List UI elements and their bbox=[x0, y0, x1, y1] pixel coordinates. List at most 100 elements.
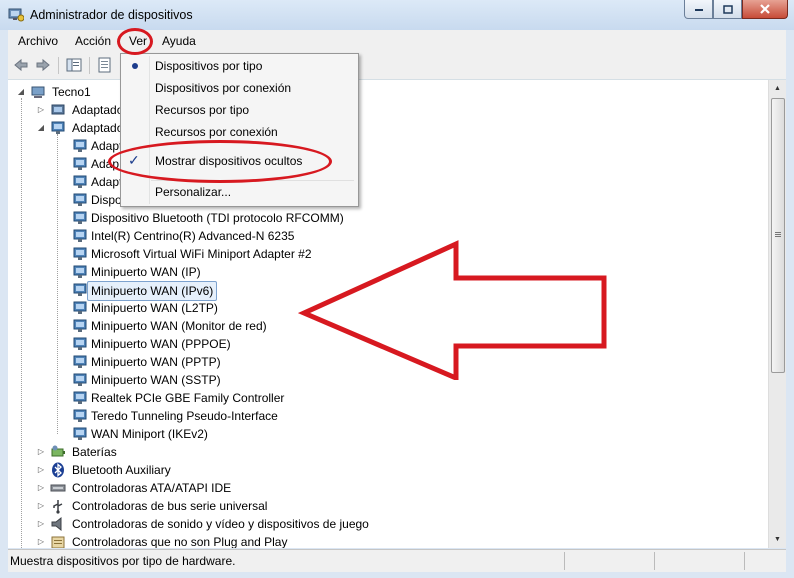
network-adapter-icon bbox=[73, 211, 87, 224]
tree-root-label: Tecno1 bbox=[52, 85, 91, 99]
tree-device-label: Minipuerto WAN (PPTP) bbox=[91, 355, 221, 369]
highlight-oval-ver bbox=[117, 28, 153, 55]
properties-icon[interactable] bbox=[97, 57, 113, 73]
network-adapter-icon bbox=[73, 373, 87, 386]
menu-accion[interactable]: Acción bbox=[75, 34, 111, 48]
tree-category-label: Baterías bbox=[72, 445, 117, 459]
window-title: Administrador de dispositivos bbox=[30, 8, 193, 22]
expand-arrow-icon[interactable]: ▷ bbox=[36, 461, 46, 479]
network-adapter-icon bbox=[73, 247, 87, 260]
device-manager-window: Administrador de dispositivos Archivo Ac… bbox=[0, 0, 794, 578]
scroll-thumb[interactable] bbox=[771, 98, 785, 373]
network-adapter-icon bbox=[73, 427, 87, 440]
title-bar[interactable]: Administrador de dispositivos bbox=[0, 0, 794, 30]
network-adapter-icon bbox=[73, 139, 87, 152]
tree-device-label: Intel(R) Centrino(R) Advanced-N 6235 bbox=[91, 229, 295, 243]
tree-device-label: Minipuerto WAN (Monitor de red) bbox=[91, 319, 267, 333]
tree-device-label: Microsoft Virtual WiFi Miniport Adapter … bbox=[91, 247, 312, 261]
status-text: Muestra dispositivos por tipo de hardwar… bbox=[10, 554, 236, 568]
expand-arrow-icon[interactable]: ▷ bbox=[36, 533, 46, 548]
display-adapter-icon bbox=[51, 104, 65, 115]
radio-bullet-icon bbox=[132, 63, 138, 69]
network-adapter-icon bbox=[73, 337, 87, 350]
tree-device-label: Minipuerto WAN (SSTP) bbox=[91, 373, 221, 387]
network-adapter-icon bbox=[73, 175, 87, 188]
status-separator bbox=[744, 552, 745, 570]
tree-device-label: Minipuerto WAN (PPPOE) bbox=[91, 337, 231, 351]
annotation-arrow-icon bbox=[298, 240, 607, 380]
usb-icon bbox=[53, 500, 63, 514]
expand-arrow-icon[interactable]: ▷ bbox=[36, 443, 46, 461]
network-adapter-icon bbox=[73, 229, 87, 242]
forward-arrow-icon[interactable] bbox=[35, 57, 51, 73]
menu-item-dispositivos-por-tipo[interactable]: Dispositivos por tipo bbox=[155, 59, 262, 73]
menu-gutter bbox=[149, 56, 150, 204]
tree-category-label: Controladoras de sonido y vídeo y dispos… bbox=[72, 517, 369, 531]
tree-device-label: WAN Miniport (IKEv2) bbox=[91, 427, 208, 441]
tree-device-label: Minipuerto WAN (IPv6) bbox=[87, 281, 218, 301]
vertical-scrollbar[interactable]: ▲ ▼ bbox=[768, 80, 786, 548]
tree-category-label: Controladoras de bus serie universal bbox=[72, 499, 268, 513]
network-adapter-icon bbox=[73, 283, 87, 296]
maximize-button[interactable] bbox=[713, 0, 742, 19]
network-adapter-icon bbox=[73, 355, 87, 368]
computer-icon bbox=[31, 86, 45, 98]
expand-arrow-icon[interactable]: ▷ bbox=[36, 515, 46, 533]
maximize-icon bbox=[722, 4, 733, 14]
network-adapter-icon bbox=[73, 157, 87, 170]
tree-category-label: Adaptado bbox=[72, 121, 124, 135]
tree-category-label: Bluetooth Auxiliary bbox=[72, 463, 171, 477]
tree-category-label: Adaptado bbox=[72, 103, 124, 117]
tree-category-label: Controladoras ATA/ATAPI IDE bbox=[72, 481, 232, 495]
tree-device-label: Dispo bbox=[91, 193, 122, 207]
expand-arrow-icon[interactable]: ▷ bbox=[36, 101, 46, 119]
status-separator bbox=[564, 552, 565, 570]
bluetooth-icon bbox=[52, 462, 64, 478]
tree-device-label: Realtek PCIe GBE Family Controller bbox=[91, 391, 285, 405]
menu-archivo[interactable]: Archivo bbox=[18, 34, 58, 48]
network-adapter-icon bbox=[51, 121, 65, 134]
minimize-button[interactable] bbox=[684, 0, 713, 19]
highlight-oval-mostrar-ocultos bbox=[108, 140, 332, 183]
menu-item-recursos-por-tipo[interactable]: Recursos por tipo bbox=[155, 103, 249, 117]
close-icon bbox=[760, 4, 770, 14]
tree-device-label: Minipuerto WAN (IP) bbox=[91, 265, 201, 279]
tree-category-label: Controladoras que no son Plug and Play bbox=[72, 535, 288, 548]
network-adapter-icon bbox=[73, 409, 87, 422]
tree-device-label: Adapt bbox=[91, 175, 123, 189]
battery-icon bbox=[51, 445, 65, 457]
network-adapter-icon bbox=[73, 319, 87, 332]
scroll-up-arrow-icon[interactable]: ▲ bbox=[769, 80, 786, 97]
minimize-icon bbox=[694, 9, 703, 11]
scroll-down-arrow-icon[interactable]: ▼ bbox=[769, 531, 786, 548]
network-adapter-icon bbox=[73, 193, 87, 206]
ide-controller-icon bbox=[50, 484, 66, 492]
menu-ayuda[interactable]: Ayuda bbox=[162, 34, 196, 48]
collapse-arrow-icon[interactable]: ◢ bbox=[36, 119, 46, 137]
show-hide-console-tree-icon[interactable] bbox=[66, 57, 82, 73]
tree-device-label: Minipuerto WAN (L2TP) bbox=[91, 301, 218, 315]
speaker-icon bbox=[51, 516, 62, 532]
tree-connector-line bbox=[21, 98, 22, 548]
non-pnp-driver-icon bbox=[51, 536, 65, 548]
tree-device-label: Teredo Tunneling Pseudo-Interface bbox=[91, 409, 278, 423]
menu-item-dispositivos-por-conexion[interactable]: Dispositivos por conexión bbox=[155, 81, 291, 95]
close-button[interactable] bbox=[742, 0, 788, 19]
device-manager-icon bbox=[8, 8, 24, 22]
network-adapter-icon bbox=[73, 391, 87, 404]
scroll-grip-icon bbox=[775, 232, 781, 233]
expand-arrow-icon[interactable]: ▷ bbox=[36, 497, 46, 515]
tree-device-label: Dispositivo Bluetooth (TDI protocolo RFC… bbox=[91, 211, 344, 225]
expand-arrow-icon[interactable]: ▷ bbox=[36, 479, 46, 497]
network-adapter-icon bbox=[73, 301, 87, 314]
ver-menu-dropdown: Dispositivos por tipo Dispositivos por c… bbox=[120, 53, 359, 207]
tree-connector-line bbox=[57, 134, 58, 434]
toolbar-separator bbox=[58, 57, 59, 74]
menu-item-personalizar[interactable]: Personalizar... bbox=[155, 185, 231, 199]
back-arrow-icon[interactable] bbox=[13, 57, 29, 73]
status-separator bbox=[654, 552, 655, 570]
toolbar-separator bbox=[89, 57, 90, 74]
status-bar: Muestra dispositivos por tipo de hardwar… bbox=[8, 549, 786, 572]
network-adapter-icon bbox=[73, 265, 87, 278]
menu-item-recursos-por-conexion[interactable]: Recursos por conexión bbox=[155, 125, 278, 139]
